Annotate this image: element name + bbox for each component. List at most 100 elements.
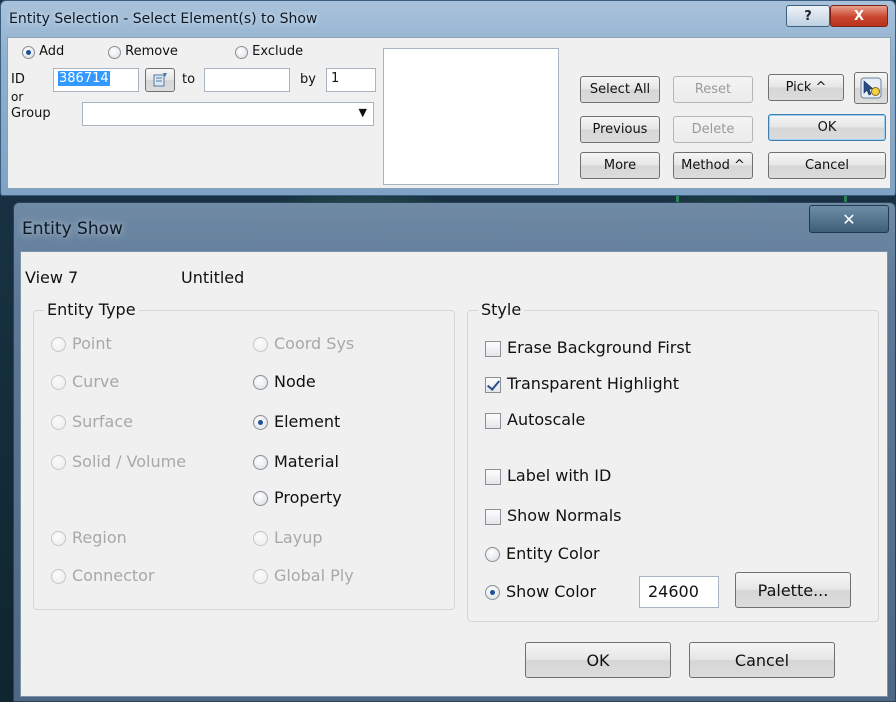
radio-global-ply[interactable] bbox=[253, 569, 268, 584]
help-button[interactable]: ? bbox=[786, 5, 830, 27]
ok-button[interactable]: OK bbox=[768, 114, 886, 141]
option-property[interactable]: Property bbox=[253, 488, 342, 507]
solid-label: Solid / Volume bbox=[72, 452, 187, 471]
close-button[interactable]: ✕ bbox=[809, 205, 889, 233]
id-label: ID bbox=[11, 72, 25, 87]
mode-remove-option[interactable]: Remove bbox=[108, 44, 178, 59]
mode-add-option[interactable]: Add bbox=[22, 44, 64, 59]
radio-curve[interactable] bbox=[51, 375, 66, 390]
entity-color-option[interactable]: Entity Color bbox=[485, 544, 600, 563]
show-client-area: View 7 Untitled Entity Type Point Curve … bbox=[20, 251, 888, 697]
radio-entity-color[interactable] bbox=[485, 547, 500, 562]
option-layup[interactable]: Layup bbox=[253, 528, 322, 547]
pick-cursor-icon bbox=[860, 77, 882, 99]
checkbox-transparent-highlight[interactable] bbox=[485, 376, 501, 393]
transparent-highlight-label: Transparent Highlight bbox=[507, 374, 680, 393]
reset-button[interactable]: Reset bbox=[673, 76, 753, 103]
radio-layup[interactable] bbox=[253, 531, 268, 546]
curve-label: Curve bbox=[72, 372, 120, 391]
view-number-label: View 7 bbox=[25, 268, 79, 287]
global-ply-label: Global Ply bbox=[274, 566, 354, 585]
by-value: 1 bbox=[331, 71, 340, 86]
group-select[interactable]: ▼ bbox=[82, 102, 374, 126]
erase-background-label: Erase Background First bbox=[507, 338, 691, 357]
property-label: Property bbox=[274, 488, 342, 507]
color-value: 24600 bbox=[648, 582, 699, 601]
radio-element[interactable] bbox=[253, 415, 268, 430]
close-button[interactable]: X bbox=[830, 5, 888, 27]
radio-show-color[interactable] bbox=[485, 585, 500, 600]
by-input[interactable]: 1 bbox=[326, 68, 376, 92]
option-node[interactable]: Node bbox=[253, 372, 316, 391]
more-button[interactable]: More bbox=[580, 152, 660, 179]
option-global-ply[interactable]: Global Ply bbox=[253, 566, 354, 585]
dialog-title: Entity Show bbox=[22, 219, 123, 239]
title-bar[interactable]: Entity Selection - Select Element(s) to … bbox=[1, 1, 895, 37]
delete-button[interactable]: Delete bbox=[673, 116, 753, 143]
erase-background-option[interactable]: Erase Background First bbox=[485, 338, 691, 357]
method-button[interactable]: Method ^ bbox=[673, 152, 753, 179]
color-value-input[interactable]: 24600 bbox=[639, 576, 719, 608]
cancel-button[interactable]: Cancel bbox=[689, 642, 835, 678]
selection-client-area: Add Remove Exclude ID 386714 to by 1 or … bbox=[7, 37, 891, 189]
element-label: Element bbox=[274, 412, 341, 431]
quick-pick-button[interactable] bbox=[854, 72, 888, 104]
entity-show-dialog: Entity Show ✕ View 7 Untitled Entity Typ… bbox=[13, 202, 896, 702]
pick-button[interactable]: Pick ^ bbox=[768, 74, 844, 101]
show-color-label: Show Color bbox=[506, 582, 597, 601]
option-coord-sys[interactable]: Coord Sys bbox=[253, 334, 354, 353]
id-to-input[interactable] bbox=[204, 68, 290, 92]
checkbox-erase-background[interactable] bbox=[485, 340, 501, 357]
entity-selection-dialog: Entity Selection - Select Element(s) to … bbox=[0, 0, 896, 196]
label-with-id-option[interactable]: Label with ID bbox=[485, 466, 611, 485]
checkbox-show-normals[interactable] bbox=[485, 508, 501, 525]
radio-add[interactable] bbox=[22, 46, 35, 59]
entity-type-legend: Entity Type bbox=[44, 300, 139, 319]
option-curve[interactable]: Curve bbox=[51, 372, 119, 391]
show-color-option[interactable]: Show Color bbox=[485, 582, 596, 601]
mode-exclude-label: Exclude bbox=[252, 44, 304, 59]
palette-button[interactable]: Palette... bbox=[735, 572, 851, 608]
radio-connector[interactable] bbox=[51, 569, 66, 584]
selection-list[interactable] bbox=[383, 48, 559, 185]
transparent-highlight-option[interactable]: Transparent Highlight bbox=[485, 374, 679, 393]
id-from-input[interactable]: 386714 bbox=[53, 68, 139, 92]
id-value: 386714 bbox=[58, 71, 110, 86]
show-normals-label: Show Normals bbox=[507, 506, 622, 525]
autoscale-option[interactable]: Autoscale bbox=[485, 410, 585, 429]
material-label: Material bbox=[274, 452, 339, 471]
option-material[interactable]: Material bbox=[253, 452, 339, 471]
previous-button[interactable]: Previous bbox=[580, 116, 660, 143]
option-element[interactable]: Element bbox=[253, 412, 340, 431]
point-label: Point bbox=[72, 334, 112, 353]
radio-material[interactable] bbox=[253, 455, 268, 470]
checkbox-label-with-id[interactable] bbox=[485, 468, 501, 485]
radio-exclude[interactable] bbox=[235, 46, 248, 59]
surface-label: Surface bbox=[72, 412, 133, 431]
option-solid-volume[interactable]: Solid / Volume bbox=[51, 452, 186, 471]
cancel-button[interactable]: Cancel bbox=[768, 152, 886, 179]
option-point[interactable]: Point bbox=[51, 334, 112, 353]
radio-node[interactable] bbox=[253, 375, 268, 390]
radio-solid[interactable] bbox=[51, 455, 66, 470]
radio-property[interactable] bbox=[253, 491, 268, 506]
layup-label: Layup bbox=[274, 528, 323, 547]
show-normals-option[interactable]: Show Normals bbox=[485, 506, 621, 525]
select-all-button[interactable]: Select All bbox=[580, 76, 660, 103]
option-connector[interactable]: Connector bbox=[51, 566, 155, 585]
mode-exclude-option[interactable]: Exclude bbox=[235, 44, 303, 59]
radio-region[interactable] bbox=[51, 531, 66, 546]
checkbox-autoscale[interactable] bbox=[485, 412, 501, 429]
entity-color-label: Entity Color bbox=[506, 544, 600, 563]
id-pick-button[interactable] bbox=[145, 68, 175, 92]
option-surface[interactable]: Surface bbox=[51, 412, 133, 431]
radio-coord-sys[interactable] bbox=[253, 337, 268, 352]
or-label: or bbox=[11, 90, 24, 104]
radio-surface[interactable] bbox=[51, 415, 66, 430]
radio-point[interactable] bbox=[51, 337, 66, 352]
option-region[interactable]: Region bbox=[51, 528, 127, 547]
region-label: Region bbox=[72, 528, 127, 547]
radio-remove[interactable] bbox=[108, 46, 121, 59]
ok-button[interactable]: OK bbox=[525, 642, 671, 678]
connector-label: Connector bbox=[72, 566, 155, 585]
